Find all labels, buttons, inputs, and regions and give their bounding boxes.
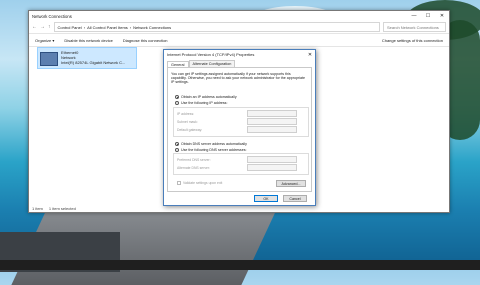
tab-alternate-configuration[interactable]: Alternate Configuration	[188, 60, 236, 67]
adapter-ethernet0[interactable]: Ethernet0 Network Intel(R) 82574L Gigabi…	[37, 47, 137, 69]
disable-device-button[interactable]: Disable this network device	[64, 38, 112, 43]
dialog-title-bar: Internet Protocol Version 4 (TCP/IPv4) P…	[164, 50, 315, 59]
alternate-dns-label: Alternate DNS server:	[177, 165, 210, 170]
adapter-device: Intel(R) 82574L Gigabit Network C...	[61, 60, 126, 65]
breadcrumb[interactable]: Control Panel › All Control Panel Items …	[53, 22, 380, 32]
ip-auto-label: Obtain an IP address automatically	[181, 95, 237, 99]
validate-settings-label: Validate settings upon exit	[183, 181, 223, 185]
window-title: Network Connections	[32, 13, 72, 19]
breadcrumb-control-panel[interactable]: Control Panel	[58, 25, 82, 30]
search-placeholder: Search Network Connections	[387, 24, 439, 30]
subnet-mask-row: Subnet mask:	[177, 118, 297, 125]
preferred-dns-field[interactable]	[247, 156, 297, 163]
ip-address-row: IP address:	[177, 110, 297, 117]
up-icon[interactable]: ↑	[48, 24, 51, 30]
description-text: You can get IP settings assigned automat…	[171, 72, 305, 85]
breadcrumb-all-items[interactable]: All Control Panel Items	[87, 25, 128, 30]
breadcrumb-network-connections[interactable]: Network Connections	[133, 25, 171, 30]
default-gateway-row: Default gateway:	[177, 126, 297, 133]
radio-icon	[175, 148, 179, 152]
alternate-dns-row: Alternate DNS server:	[177, 164, 297, 171]
maximize-button[interactable]: ☐	[421, 13, 435, 19]
ok-button[interactable]: OK	[254, 195, 278, 202]
preferred-dns-label: Preferred DNS server:	[177, 157, 211, 162]
forward-icon[interactable]: →	[40, 24, 45, 30]
change-settings-button[interactable]: Change settings of this connection	[382, 38, 443, 43]
ip-manual-radio[interactable]: Use the following IP address:	[175, 101, 227, 105]
command-bar: Organize ▾ Disable this network device D…	[29, 34, 449, 47]
ip-manual-label: Use the following IP address:	[181, 101, 228, 105]
minimize-button[interactable]: —	[407, 13, 421, 19]
item-count: 1 item	[32, 205, 43, 211]
taskbar	[0, 260, 480, 270]
subnet-mask-field[interactable]	[247, 118, 297, 125]
network-adapter-icon	[40, 52, 58, 66]
close-button[interactable]: ✕	[435, 13, 449, 19]
radio-icon	[175, 101, 179, 105]
title-bar: Network Connections — ☐ ✕	[29, 11, 449, 21]
ip-auto-radio[interactable]: Obtain an IP address automatically	[175, 95, 237, 99]
radio-selected-icon	[175, 142, 179, 146]
subnet-mask-label: Subnet mask:	[177, 119, 198, 124]
dns-auto-label: Obtain DNS server address automatically	[181, 142, 247, 146]
dialog-title: Internet Protocol Version 4 (TCP/IPv4) P…	[167, 52, 255, 57]
cancel-button[interactable]: Cancel	[283, 195, 307, 202]
ip-address-label: IP address:	[177, 111, 195, 116]
address-bar: ← → ↑ Control Panel › All Control Panel …	[29, 21, 449, 34]
advanced-button[interactable]: Advanced...	[276, 180, 306, 187]
dialog-close-button[interactable]: ✕	[305, 52, 315, 58]
default-gateway-label: Default gateway:	[177, 127, 203, 132]
dialog-tabs: General Alternate Configuration	[164, 59, 315, 68]
dns-auto-radio[interactable]: Obtain DNS server address automatically	[175, 142, 247, 146]
organize-button[interactable]: Organize ▾	[35, 38, 54, 43]
back-icon[interactable]: ←	[32, 24, 37, 30]
diagnose-button[interactable]: Diagnose this connection	[123, 38, 168, 43]
dns-manual-label: Use the following DNS server addresses:	[181, 148, 247, 152]
selected-count: 1 item selected	[48, 205, 76, 211]
search-input[interactable]: Search Network Connections	[383, 22, 446, 32]
validate-settings-checkbox[interactable]: Validate settings upon exit	[177, 181, 222, 185]
ipv4-properties-dialog: Internet Protocol Version 4 (TCP/IPv4) P…	[163, 49, 316, 206]
radio-selected-icon	[175, 95, 179, 99]
preferred-dns-row: Preferred DNS server:	[177, 156, 297, 163]
dns-manual-radio[interactable]: Use the following DNS server addresses:	[175, 148, 247, 152]
ip-address-field[interactable]	[247, 110, 297, 117]
alternate-dns-field[interactable]	[247, 164, 297, 171]
default-gateway-field[interactable]	[247, 126, 297, 133]
checkbox-icon	[177, 181, 181, 185]
